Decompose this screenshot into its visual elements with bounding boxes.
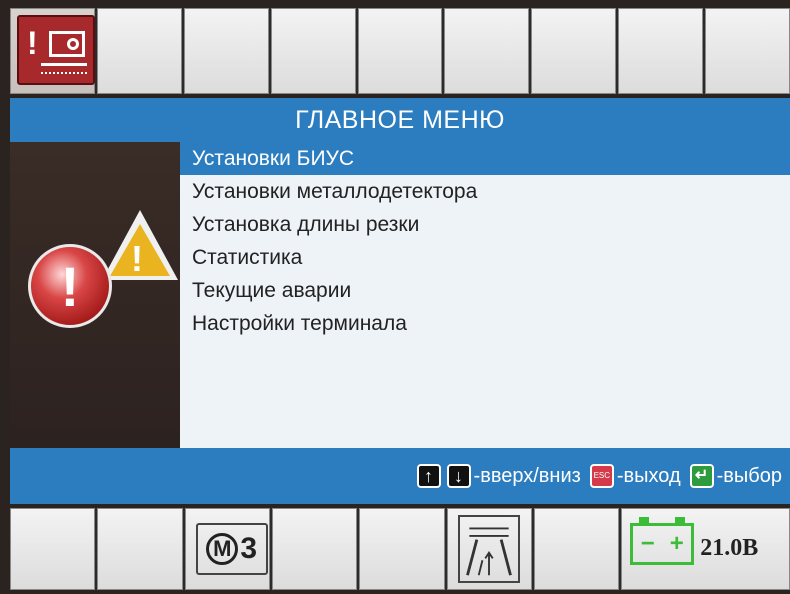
page-title: ГЛАВНОЕ МЕНЮ (10, 98, 790, 142)
softkey-4[interactable] (270, 8, 356, 94)
bottom-softkey-battery[interactable]: − + 21.0В (621, 508, 790, 590)
softkey-alarm[interactable]: ! (10, 8, 95, 94)
bottom-softkey-5[interactable] (359, 508, 445, 590)
softkey-2[interactable] (96, 8, 182, 94)
menu-item-current-alarms[interactable]: Текущие аварии (180, 274, 790, 307)
bottom-softkey-road[interactable] (446, 508, 532, 590)
softkey-6[interactable] (444, 8, 530, 94)
bottom-softkey-1[interactable] (10, 508, 96, 590)
road-direction-icon (457, 515, 520, 583)
softkey-7[interactable] (531, 8, 617, 94)
help-exit: -выход (616, 464, 681, 487)
bottom-softkey-4[interactable] (271, 508, 358, 590)
bottom-softkey-m3[interactable]: M3 (184, 508, 270, 590)
main-menu: Установки БИУС Установки металлодетектор… (180, 142, 790, 448)
bottom-softkey-2[interactable] (97, 508, 183, 590)
battery-voltage: 21.0В (700, 535, 759, 561)
menu-item-terminal-settings[interactable]: Настройки терминала (180, 307, 790, 340)
esc-key-icon: ESC (589, 464, 614, 488)
menu-item-biusettings[interactable]: Установки БИУС (180, 142, 790, 175)
exclamation-circle-icon: ! (28, 244, 112, 328)
warning-panel: ! ! (10, 142, 180, 448)
top-softkey-row: ! (10, 8, 790, 94)
menu-item-cut-length[interactable]: Установка длины резки (180, 208, 790, 241)
softkey-5[interactable] (357, 8, 443, 94)
bottom-softkey-row: M3 − + 21.0В (10, 508, 790, 590)
arrow-down-icon: ↓ (446, 464, 471, 488)
help-bar: ↑ ↓ -вверх/вниз ESC -выход ↵ -выбор (10, 448, 790, 504)
help-select: -выбор (716, 464, 782, 487)
menu-item-metal-detector[interactable]: Установки металлодетектора (180, 175, 790, 208)
battery-icon: − + (630, 517, 695, 565)
softkey-8[interactable] (618, 8, 704, 94)
softkey-9[interactable] (705, 8, 790, 94)
help-updown: -вверх/вниз (473, 464, 581, 487)
menu-item-statistics[interactable]: Статистика (180, 241, 790, 274)
bottom-softkey-7[interactable] (533, 508, 620, 590)
arrow-up-icon: ↑ (416, 464, 441, 488)
softkey-3[interactable] (183, 8, 269, 94)
m3-mode-icon: M3 (195, 523, 268, 575)
alarm-machine-icon: ! (17, 15, 95, 85)
terminal-screen: ! ГЛАВНОЕ МЕНЮ ! ! Установки БИУС Устано… (0, 0, 790, 594)
enter-key-icon: ↵ (689, 464, 714, 488)
